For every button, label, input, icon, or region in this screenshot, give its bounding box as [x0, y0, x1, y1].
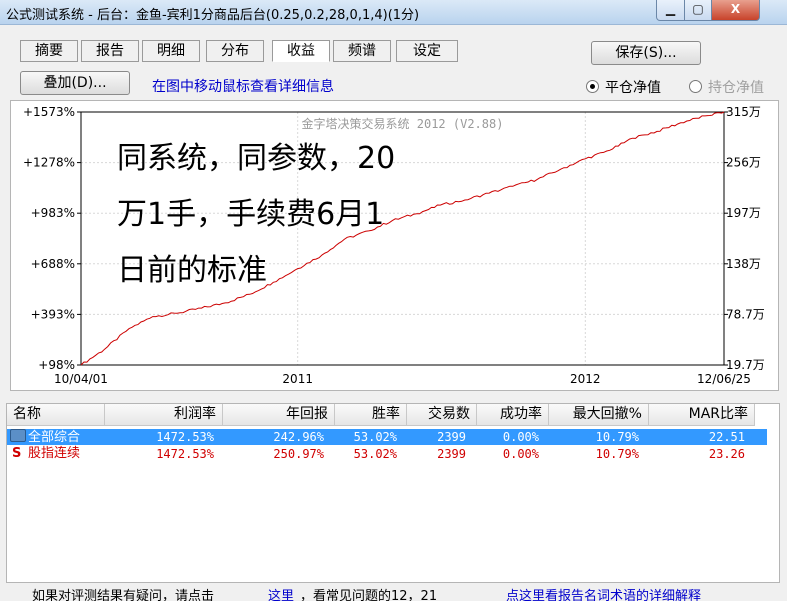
tab-label: 报告 [96, 43, 124, 59]
close-button[interactable]: X [711, 0, 760, 21]
window-title: 公式测试系统 - 后台：金鱼-宾利1分商品后台(0.25,0.2,28,0,1,… [6, 8, 420, 23]
column-header-max-drawdown[interactable]: 最大回撤% [549, 404, 649, 426]
x-tick-label-start: 10/04/01 [54, 372, 108, 386]
overlay-annotation-line2: 万1手，手续费6月1 [117, 197, 385, 232]
cell-win-rate: 53.02% [353, 430, 397, 444]
overlay-button[interactable]: 叠加(D)... [20, 71, 130, 95]
y-tick-label-right: 197万 [726, 206, 761, 220]
footer-link-glossary[interactable]: 点这里看报告名词术语的详细解释 [506, 588, 701, 601]
chart-hint-text: 在图中移动鼠标查看详细信息 [152, 79, 334, 95]
y-tick-label-right: 256万 [726, 156, 761, 170]
row-name-cell: 全部综合 [10, 429, 80, 446]
tab-label: 明细 [157, 43, 185, 59]
cell-trade-count: 2399 [437, 447, 466, 461]
footer-link-here[interactable]: 这里 [268, 588, 294, 601]
minimize-button[interactable]: ▁ [656, 0, 685, 21]
radio-close-equity[interactable]: 平仓净值 [586, 77, 661, 97]
radio-hold-equity[interactable]: 持仓净值 [689, 77, 764, 97]
column-header-name[interactable]: 名称 [7, 404, 105, 426]
minimize-icon: ▁ [665, 2, 676, 16]
row-prefix: S [12, 446, 22, 461]
y-tick-label-left: +983% [31, 206, 75, 220]
radio-unselected-icon [689, 80, 702, 93]
row-name: 股指连续 [28, 446, 81, 461]
cell-mar-ratio: 22.51 [708, 430, 745, 444]
y-tick-label-left: +1278% [23, 156, 75, 170]
overlay-annotation-line3: 日前的标准 [117, 253, 267, 288]
tab-label: 设定 [413, 43, 441, 59]
chart-watermark: 金字塔决策交易系统 2012 (V2.88) [302, 116, 504, 131]
cell-annual-return: 250.97% [273, 447, 324, 461]
footer-text-2: ，看常见问题的12，21 [300, 589, 438, 601]
cell-success-rate: 0.00% [502, 447, 539, 461]
footer-help: 如果对评测结果有疑问，请点击 这里 ，看常见问题的12，21 点这里看报告名词术… [0, 588, 787, 601]
column-header-win-rate[interactable]: 胜率 [335, 404, 407, 426]
title-bar[interactable]: 公式测试系统 - 后台：金鱼-宾利1分商品后台(0.25,0.2,28,0,1,… [0, 0, 787, 25]
y-tick-label-right: 19.7万 [726, 358, 765, 372]
cell-max-drawdown: 10.79% [595, 430, 639, 444]
cell-max-drawdown: 10.79% [595, 447, 639, 461]
radio-label: 平仓净值 [605, 80, 661, 96]
tab-spectrum[interactable]: 频谱 [333, 40, 391, 62]
cell-win-rate: 53.02% [353, 447, 397, 461]
radio-label: 持仓净值 [708, 80, 764, 96]
cell-annual-return: 242.96% [273, 430, 324, 444]
cell-profit-rate: 1472.53% [156, 430, 214, 444]
row-name-cell: S 股指连续 [12, 446, 80, 462]
app-window: 公式测试系统 - 后台：金鱼-宾利1分商品后台(0.25,0.2,28,0,1,… [0, 0, 787, 601]
table-row[interactable]: 全部综合 1472.53% 242.96% 53.02% 2399 0.00% … [7, 429, 767, 445]
y-tick-label-left: +1573% [23, 105, 75, 119]
column-header-trade-count[interactable]: 交易数 [407, 404, 477, 426]
column-header-annual-return[interactable]: 年回报 [223, 404, 335, 426]
maximize-button[interactable]: ▢ [684, 0, 712, 21]
tab-summary[interactable]: 摘要 [20, 40, 78, 62]
tab-label: 分布 [221, 43, 249, 59]
y-tick-label-right: 78.7万 [726, 307, 765, 321]
cell-profit-rate: 1472.53% [156, 447, 214, 461]
equity-chart[interactable]: +1573% 315万 +1278% 256万 +983% 197万 +688% 138万 +3… [10, 100, 779, 391]
y-tick-label-right: 315万 [726, 105, 761, 119]
y-tick-label-left: +393% [31, 307, 75, 321]
tab-label: 收益 [287, 43, 315, 59]
column-header-success-rate[interactable]: 成功率 [477, 404, 549, 426]
y-tick-label-left: +688% [31, 257, 75, 271]
save-button[interactable]: 保存(S)... [591, 41, 701, 65]
cell-mar-ratio: 23.26 [708, 447, 745, 461]
tab-distribution[interactable]: 分布 [206, 40, 264, 62]
close-icon: X [730, 2, 741, 16]
y-tick-label-right: 138万 [726, 257, 761, 271]
overlay-annotation-line1: 同系统，同参数，20 [117, 141, 396, 176]
tab-detail[interactable]: 明细 [142, 40, 200, 62]
tab-settings[interactable]: 设定 [396, 40, 458, 62]
tab-profit[interactable]: 收益 [272, 40, 330, 62]
row-name: 全部综合 [28, 430, 81, 445]
column-header-mar-ratio[interactable]: MAR比率 [649, 404, 755, 426]
x-tick-label: 2012 [570, 372, 601, 386]
cell-success-rate: 0.00% [502, 430, 539, 444]
footer-text-1: 如果对评测结果有疑问，请点击 [32, 589, 215, 601]
radio-selected-icon [586, 80, 599, 93]
column-header-profit-rate[interactable]: 利润率 [105, 404, 223, 426]
x-tick-label-end: 12/06/25 [697, 372, 751, 386]
maximize-icon: ▢ [692, 2, 704, 16]
y-tick-label-left: +98% [38, 358, 75, 372]
table-row[interactable]: S 股指连续 1472.53% 250.97% 53.02% 2399 0.00%… [7, 446, 767, 462]
folder-icon [10, 429, 26, 442]
tab-report[interactable]: 报告 [81, 40, 139, 62]
cell-trade-count: 2399 [437, 430, 466, 444]
x-tick-label: 2011 [282, 372, 313, 386]
results-table: 名称 利润率 年回报 胜率 交易数 成功率 最大回撤% MAR比率 全部综合 1… [6, 403, 780, 583]
tab-label: 频谱 [348, 43, 376, 59]
tab-label: 摘要 [35, 43, 63, 59]
